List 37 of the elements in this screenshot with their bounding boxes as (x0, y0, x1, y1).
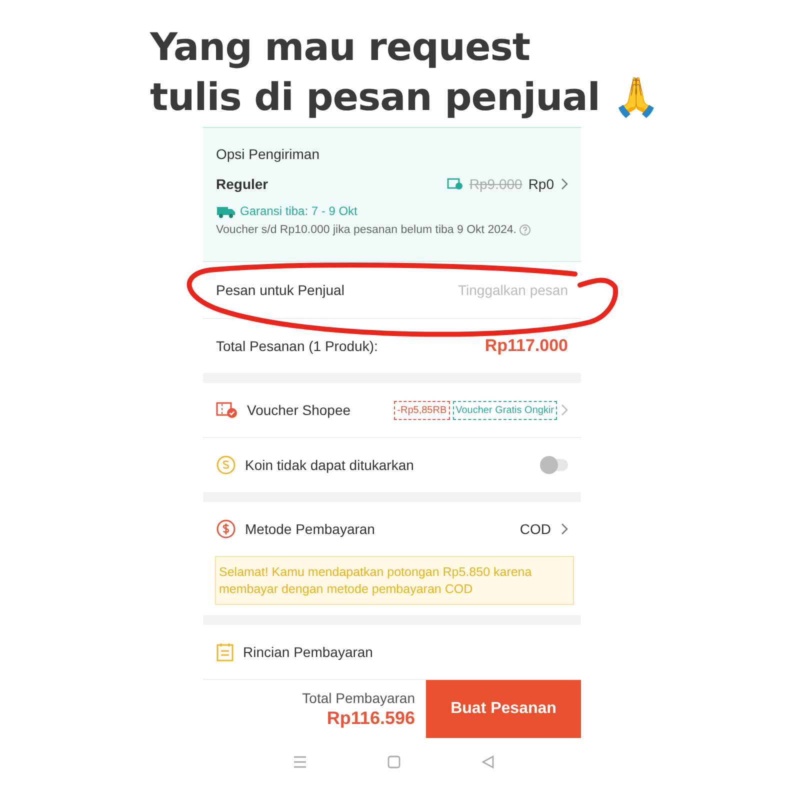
message-field[interactable]: Tinggalkan pesan (418, 282, 568, 298)
message-label: Pesan untuk Penjual (216, 282, 344, 298)
clipboard-icon (216, 642, 234, 662)
chevron-right-icon (560, 404, 568, 416)
guarantee-text: Garansi tiba: 7 - 9 Okt (240, 204, 358, 218)
voucher-label: Voucher Shopee (247, 402, 351, 418)
home-icon[interactable] (387, 755, 401, 769)
order-total-amount: Rp117.000 (484, 336, 568, 356)
place-order-button[interactable]: Buat Pesanan (426, 680, 581, 738)
truck-icon (216, 204, 236, 218)
order-total-label: Total Pesanan (1 Produk): (216, 338, 378, 354)
shipping-price: Rp0 (528, 176, 554, 192)
discount-notice: Selamat! Kamu mendapatkan potongan Rp5.850 karena membayar dengan metode pembayaran COD (215, 556, 574, 605)
coins-toggle[interactable] (542, 459, 568, 471)
caption-text: tulis di pesan penjual 🙏 (150, 74, 660, 121)
back-icon[interactable] (481, 755, 495, 769)
dollar-icon (216, 519, 236, 539)
shipping-service: Reguler (216, 176, 268, 192)
caption-text: Yang mau request (150, 24, 531, 71)
payment-total-label: Total Pembayaran (302, 690, 415, 706)
voucher-check-icon (447, 178, 464, 190)
payment-total-amount: Rp116.596 (326, 708, 415, 728)
help-icon[interactable] (519, 224, 532, 236)
payment-value: COD (520, 521, 551, 537)
menu-icon[interactable] (293, 755, 307, 769)
payment-label: Metode Pembayaran (245, 521, 375, 537)
section-title: Opsi Pengiriman (216, 146, 320, 162)
old-price: Rp9.000 (469, 176, 522, 192)
details-label: Rincian Pembayaran (243, 644, 373, 660)
chevron-right-icon (560, 178, 568, 190)
voucher-note: Voucher s/d Rp10.000 jika pesanan belum tiba 9 Okt 2024. (216, 224, 516, 236)
coin-icon (216, 455, 236, 475)
voucher-icon (216, 401, 238, 419)
coins-label: Koin tidak dapat ditukarkan (245, 457, 414, 473)
chevron-right-icon (560, 523, 568, 535)
voucher-tag: Voucher Gratis Ongkir (452, 400, 557, 420)
voucher-tag: -Rp5,85RB (394, 400, 450, 420)
